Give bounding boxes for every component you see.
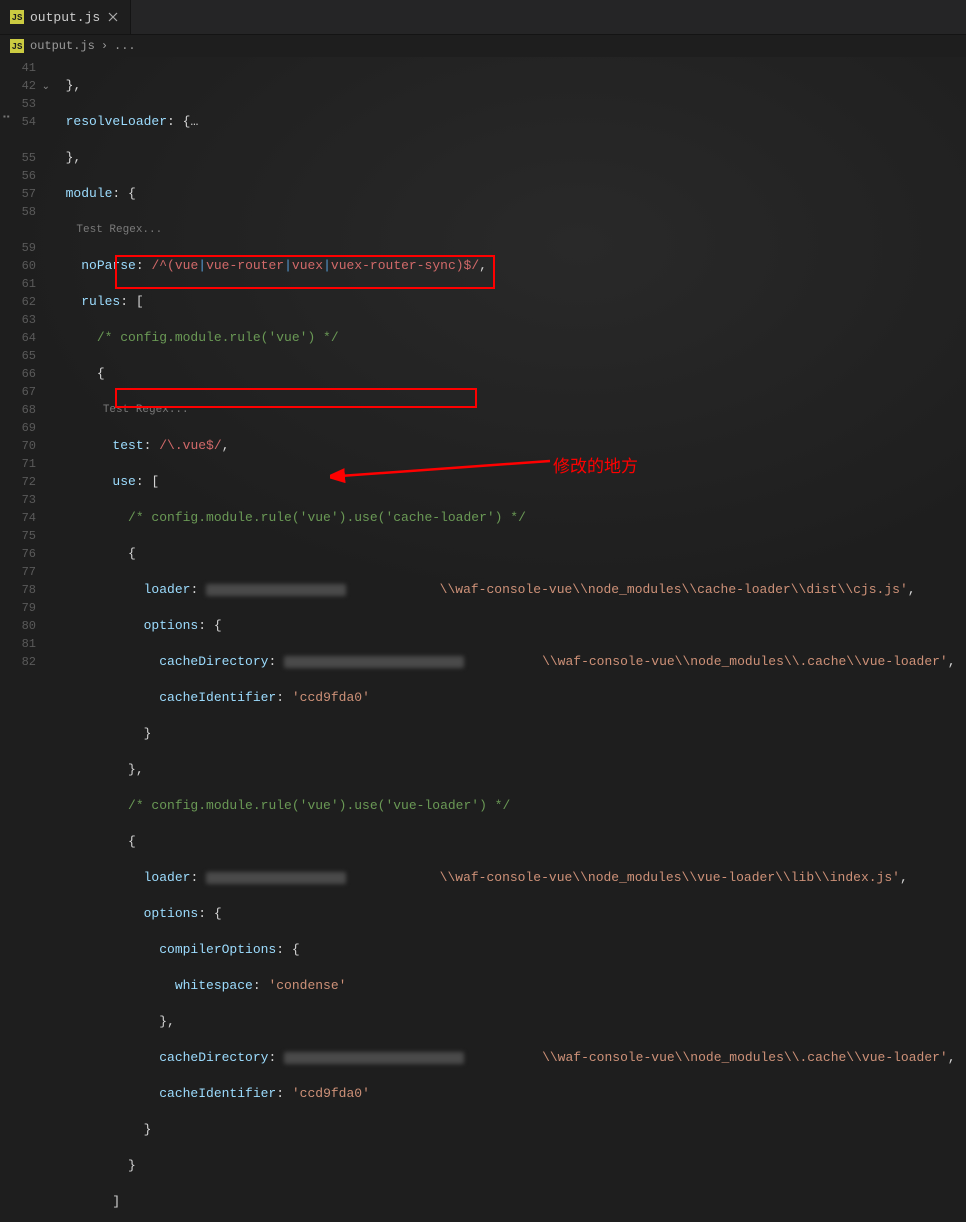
close-icon[interactable] <box>106 10 120 24</box>
codelens-link[interactable]: Test Regex... <box>103 404 189 416</box>
code-text: module <box>66 186 113 201</box>
tab-bar: JS output.js <box>0 0 966 35</box>
code-text: { <box>97 366 105 381</box>
code-comment: /* config.module.rule('vue').use('vue-lo… <box>128 798 510 813</box>
annotation-text: 修改的地方 <box>553 452 638 477</box>
code-text: rules <box>81 294 120 309</box>
breadcrumb-file[interactable]: output.js <box>30 39 95 53</box>
code-text: { <box>128 546 136 561</box>
code-text: : { <box>167 114 190 129</box>
code-text: use <box>112 474 135 489</box>
breadcrumb-more[interactable]: ... <box>114 39 136 53</box>
code-comment: /* config.module.rule('vue').use('cache-… <box>128 510 526 525</box>
tab-output-js[interactable]: JS output.js <box>0 0 131 34</box>
breadcrumb[interactable]: JS output.js › ... <box>0 35 966 57</box>
code-content[interactable]: }, resolveLoader: {… }, module: { Test R… <box>50 57 966 611</box>
js-file-icon: JS <box>10 10 24 24</box>
line-number-gutter: 41 ⌄42 ▪▪53 54 55 56 57 58 59 60 61 62 6… <box>0 57 50 611</box>
code-text: resolveLoader <box>66 114 167 129</box>
redacted-text <box>284 656 464 668</box>
redacted-text <box>206 872 346 884</box>
code-text: : { <box>112 186 135 201</box>
code-editor[interactable]: 41 ⌄42 ▪▪53 54 55 56 57 58 59 60 61 62 6… <box>0 57 966 611</box>
code-text: test <box>112 438 143 453</box>
js-file-icon: JS <box>10 39 24 53</box>
code-comment: /* config.module.rule('vue') */ <box>97 330 339 345</box>
breadcrumb-separator: › <box>101 39 108 53</box>
code-text: }, <box>66 150 82 165</box>
code-text: }, <box>66 78 82 93</box>
codelens-link[interactable]: Test Regex... <box>76 224 162 236</box>
tab-filename: output.js <box>30 10 100 25</box>
code-text: noParse <box>81 258 136 273</box>
redacted-text <box>284 1052 464 1064</box>
redacted-text <box>206 584 346 596</box>
